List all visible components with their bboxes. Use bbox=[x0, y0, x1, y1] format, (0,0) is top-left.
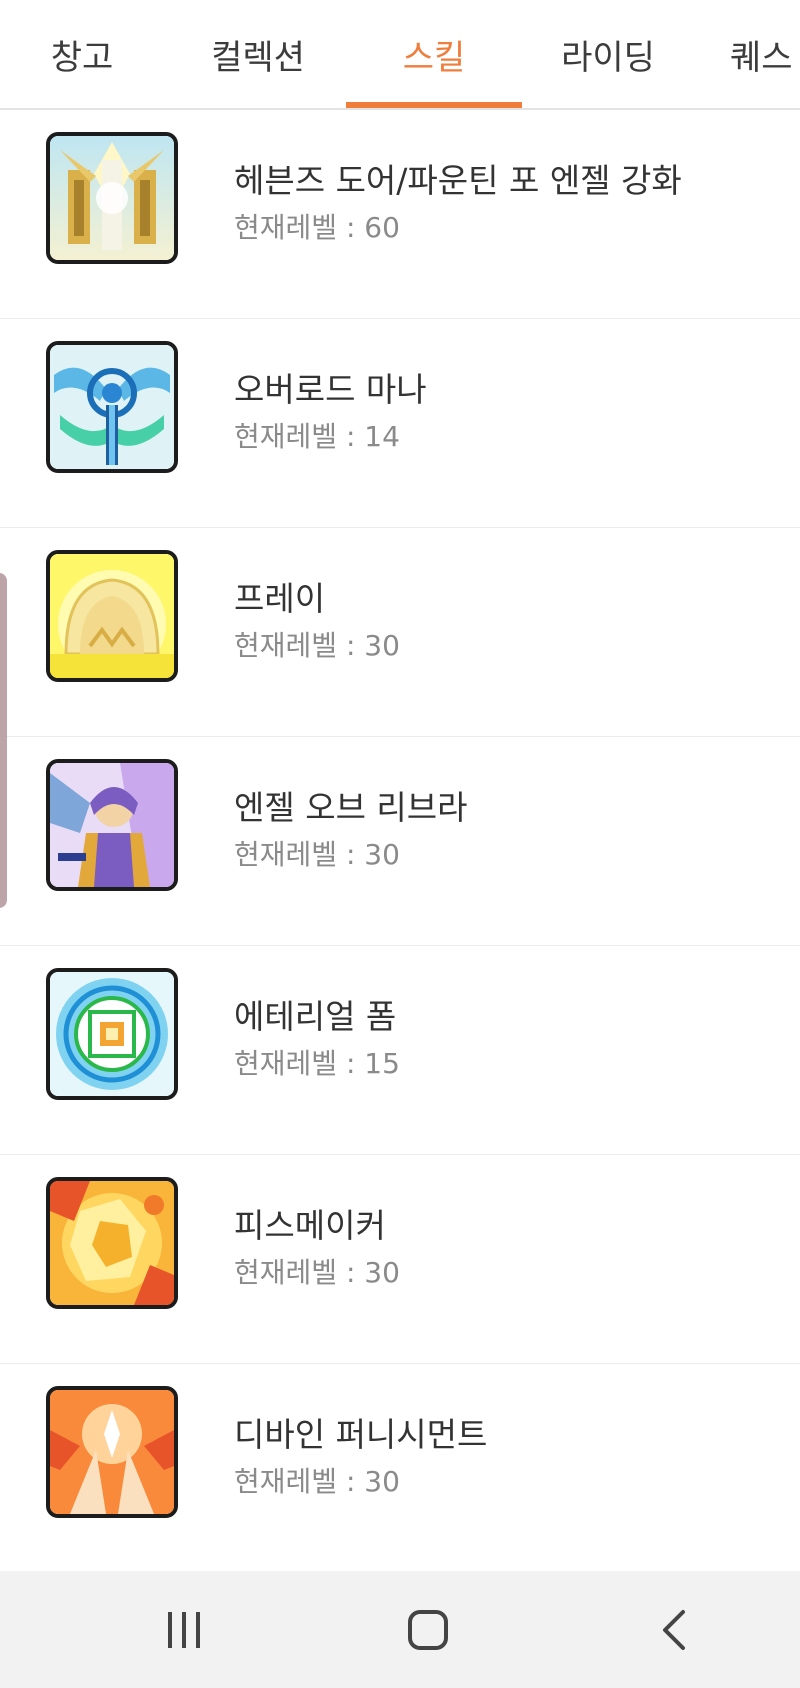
ethereal-form-icon bbox=[46, 968, 178, 1100]
overload-mana-icon bbox=[46, 341, 178, 473]
skill-row[interactable]: 디바인 퍼니시먼트 현재레벨 : 30 bbox=[0, 1364, 800, 1573]
skill-name: 디바인 퍼니시먼트 bbox=[234, 1415, 488, 1454]
angel-of-libra-icon bbox=[46, 759, 178, 891]
edge-panel-handle[interactable] bbox=[0, 573, 7, 908]
skill-row[interactable]: 피스메이커 현재레벨 : 30 bbox=[0, 1155, 800, 1364]
skill-name: 에테리얼 폼 bbox=[234, 997, 397, 1036]
skill-name: 피스메이커 bbox=[234, 1206, 386, 1245]
active-tab-indicator bbox=[346, 102, 522, 108]
skill-level: 현재레벨 : 30 bbox=[234, 1465, 400, 1498]
tab-bar: 창고 컬렉션 스킬 라이딩 퀘스 bbox=[0, 0, 800, 110]
tab-riding[interactable]: 라이딩 bbox=[538, 0, 678, 108]
tab-storage[interactable]: 창고 bbox=[12, 0, 152, 108]
skill-name: 오버로드 마나 bbox=[234, 370, 427, 409]
skill-name: 헤븐즈 도어/파운틴 포 엔젤 강화 bbox=[234, 161, 682, 200]
heavens-door-icon bbox=[46, 132, 178, 264]
tab-collection[interactable]: 컬렉션 bbox=[178, 0, 338, 108]
skill-name: 엔젤 오브 리브라 bbox=[234, 788, 468, 827]
peacemaker-icon bbox=[46, 1177, 178, 1309]
system-navigation-bar bbox=[0, 1571, 800, 1688]
skill-level: 현재레벨 : 15 bbox=[234, 1047, 400, 1080]
skill-level: 현재레벨 : 30 bbox=[234, 1256, 400, 1289]
skill-row[interactable]: 프레이 현재레벨 : 30 bbox=[0, 528, 800, 737]
skill-level: 현재레벨 : 60 bbox=[234, 211, 400, 244]
recent-apps-button[interactable] bbox=[109, 1571, 259, 1688]
tab-skill[interactable]: 스킬 bbox=[346, 0, 522, 108]
divine-punishment-icon bbox=[46, 1386, 178, 1518]
tab-quest[interactable]: 퀘스 bbox=[730, 0, 800, 108]
skill-row[interactable]: 에테리얼 폼 현재레벨 : 15 bbox=[0, 946, 800, 1155]
pray-icon bbox=[46, 550, 178, 682]
home-icon bbox=[408, 1609, 448, 1650]
home-button[interactable] bbox=[353, 1571, 503, 1688]
skill-row[interactable]: 엔젤 오브 리브라 현재레벨 : 30 bbox=[0, 737, 800, 946]
skill-level: 현재레벨 : 30 bbox=[234, 629, 400, 662]
recent-apps-icon bbox=[168, 1611, 200, 1648]
skill-row[interactable]: 헤븐즈 도어/파운틴 포 엔젤 강화 현재레벨 : 60 bbox=[0, 110, 800, 319]
skill-name: 프레이 bbox=[234, 579, 326, 618]
skill-level: 현재레벨 : 14 bbox=[234, 420, 400, 453]
skill-list: 헤븐즈 도어/파운틴 포 엔젤 강화 현재레벨 : 60 오버로드 마나 현재레… bbox=[0, 110, 800, 1573]
back-button[interactable] bbox=[600, 1571, 750, 1688]
skill-row[interactable]: 오버로드 마나 현재레벨 : 14 bbox=[0, 319, 800, 528]
skill-level: 현재레벨 : 30 bbox=[234, 838, 400, 871]
back-icon bbox=[663, 1609, 685, 1650]
